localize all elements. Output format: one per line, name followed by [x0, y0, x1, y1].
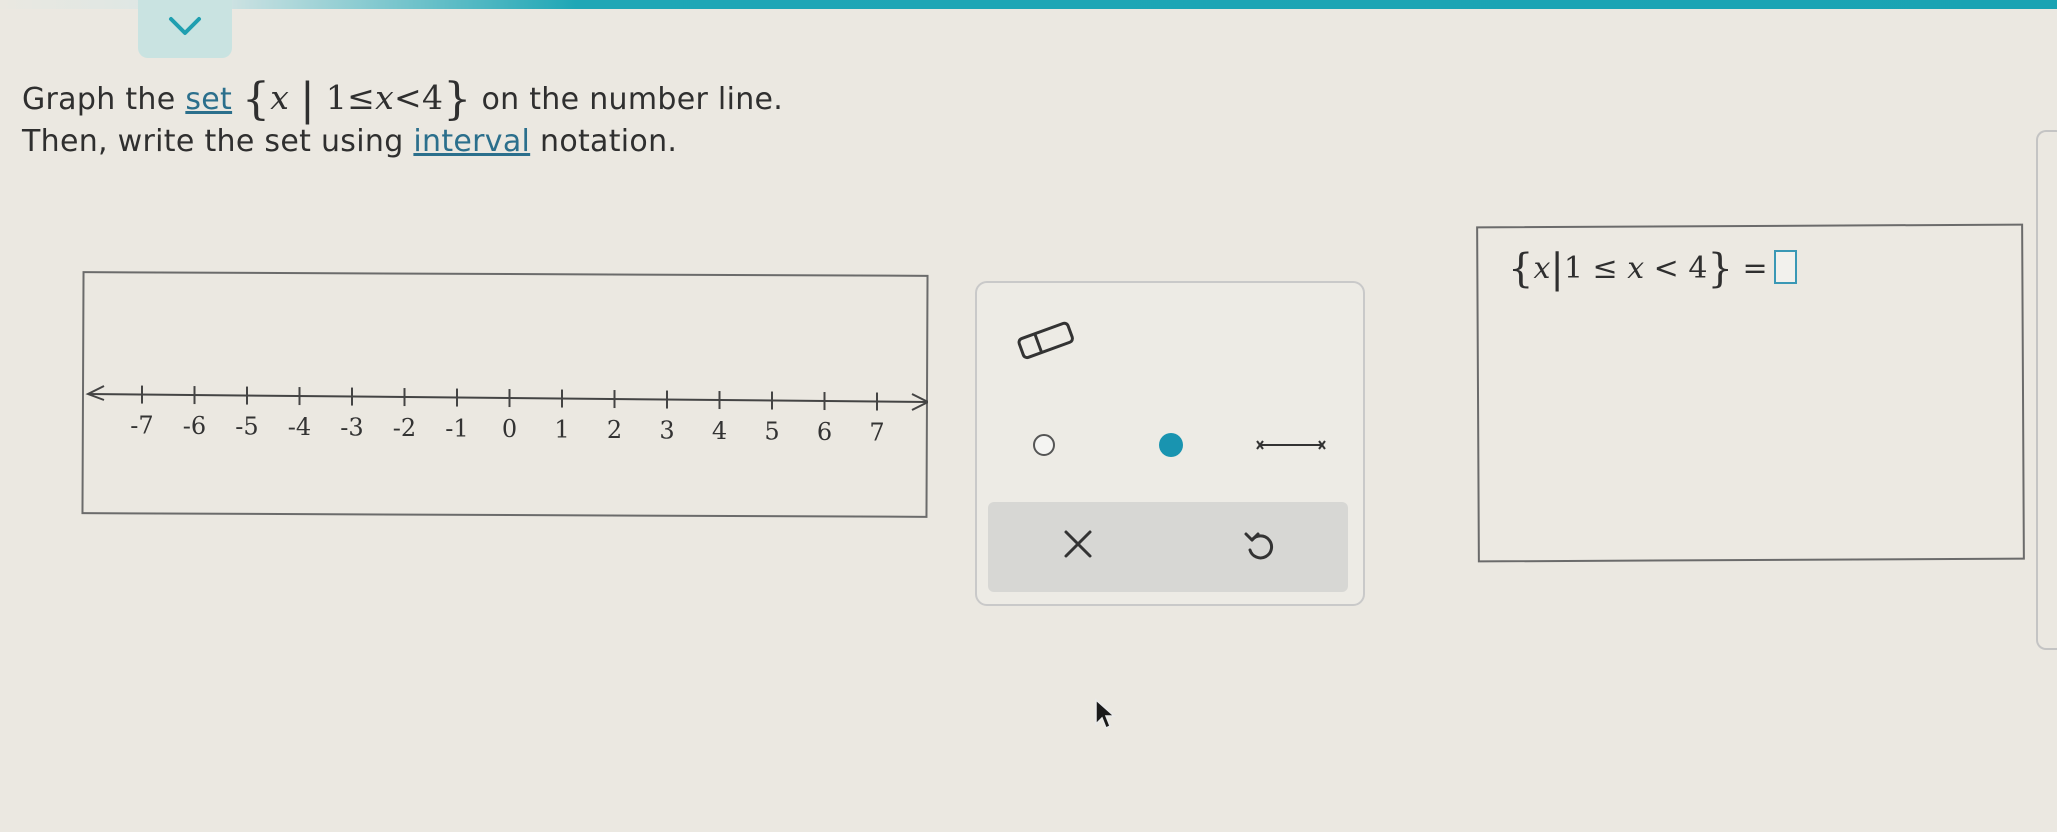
question-text-post: on the number line.: [481, 82, 784, 117]
tick-label: -2: [393, 414, 416, 442]
tick-label: 4: [712, 417, 727, 445]
action-bar: [988, 502, 1348, 592]
set-builder-expression: {x | 1≤x<4}: [241, 74, 472, 125]
interval-answer-input[interactable]: [1773, 250, 1797, 284]
top-accent-bar: [0, 0, 2057, 9]
filled-circle-icon[interactable]: [1155, 429, 1187, 461]
question-text-pre: Graph the: [22, 82, 176, 117]
tick-label: -7: [130, 412, 153, 440]
set-link[interactable]: set: [185, 82, 232, 117]
close-icon[interactable]: [1060, 526, 1096, 562]
question-line-2: Then, write the set using interval notat…: [22, 124, 678, 159]
undo-icon[interactable]: [1242, 528, 1278, 564]
mouse-cursor-icon: [1095, 698, 1116, 730]
tick-label: -1: [445, 415, 468, 443]
tick-label: 5: [764, 418, 779, 446]
collapse-button[interactable]: [138, 0, 232, 58]
tick-label: 2: [607, 416, 622, 444]
tick-label: 0: [502, 415, 517, 443]
number-line[interactable]: -7 -6 -5 -4 -3 -2 -1 0 1 2 3 4 5 6 7: [82, 372, 928, 462]
tick-label: -4: [288, 413, 311, 441]
segment-icon[interactable]: [1255, 435, 1327, 455]
answer-expression: {x|1 ≤ x < 4} =: [1508, 246, 1797, 292]
tick-label: 7: [869, 419, 884, 447]
side-panel-edge: [2036, 130, 2057, 650]
tick-label: -6: [183, 412, 206, 440]
tick-label: 1: [554, 416, 569, 444]
tick-label: 6: [817, 418, 832, 446]
tick-label: -5: [235, 413, 258, 441]
eraser-icon[interactable]: [1014, 316, 1080, 366]
interval-link[interactable]: interval: [413, 124, 530, 159]
open-circle-icon[interactable]: [1030, 431, 1058, 459]
question-line-1: Graph the set {x | 1≤x<4} on the number …: [22, 74, 783, 125]
tick-label: 3: [659, 417, 674, 445]
chevron-down-icon: [169, 17, 201, 35]
tick-label: -3: [340, 414, 363, 442]
